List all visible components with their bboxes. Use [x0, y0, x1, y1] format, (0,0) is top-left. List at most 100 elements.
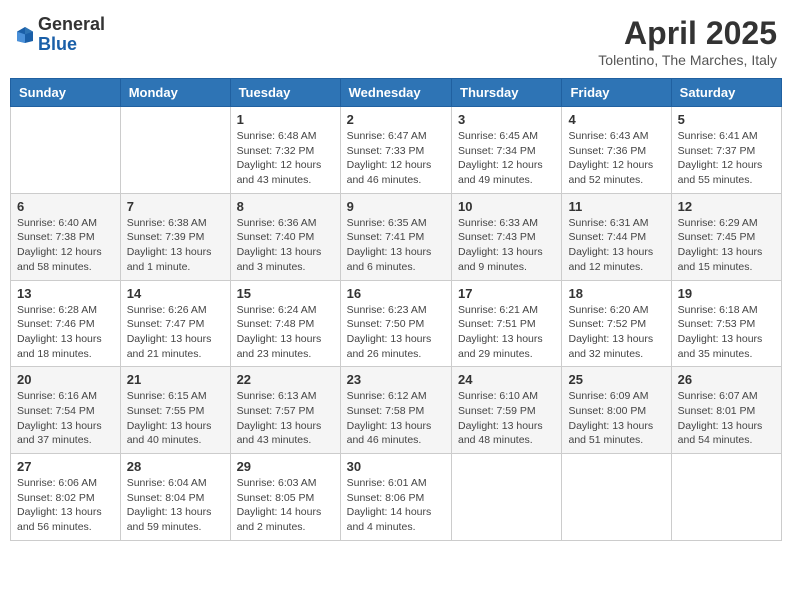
calendar-cell: 25 Sunrise: 6:09 AMSunset: 8:00 PMDayligh…	[562, 367, 671, 454]
col-header-monday: Monday	[120, 79, 230, 107]
location: Tolentino, The Marches, Italy	[598, 52, 777, 68]
day-info: Sunrise: 6:28 AMSunset: 7:46 PMDaylight:…	[17, 303, 114, 362]
day-number: 28	[127, 459, 224, 474]
calendar-cell: 1 Sunrise: 6:48 AMSunset: 7:32 PMDaylight…	[230, 107, 340, 194]
calendar-cell: 13 Sunrise: 6:28 AMSunset: 7:46 PMDayligh…	[11, 280, 121, 367]
day-number: 10	[458, 199, 555, 214]
day-info: Sunrise: 6:03 AMSunset: 8:05 PMDaylight:…	[237, 476, 334, 535]
day-info: Sunrise: 6:48 AMSunset: 7:32 PMDaylight:…	[237, 129, 334, 188]
calendar-cell: 12 Sunrise: 6:29 AMSunset: 7:45 PMDayligh…	[671, 193, 781, 280]
day-number: 14	[127, 286, 224, 301]
day-info: Sunrise: 6:41 AMSunset: 7:37 PMDaylight:…	[678, 129, 775, 188]
calendar-cell: 19Sunrise: 6:18 AMSunset: 7:53 PMDayligh…	[671, 280, 781, 367]
logo-general-text: General	[38, 15, 105, 35]
month-title: April 2025	[598, 15, 777, 52]
calendar-week-row: 6 Sunrise: 6:40 AMSunset: 7:38 PMDaylight…	[11, 193, 782, 280]
day-info: Sunrise: 6:29 AMSunset: 7:45 PMDaylight:…	[678, 216, 775, 275]
day-number: 12	[678, 199, 775, 214]
day-info: Sunrise: 6:36 AMSunset: 7:40 PMDaylight:…	[237, 216, 334, 275]
calendar-cell: 9Sunrise: 6:35 AMSunset: 7:41 PMDaylight…	[340, 193, 451, 280]
day-info: Sunrise: 6:47 AMSunset: 7:33 PMDaylight:…	[347, 129, 445, 188]
calendar-week-row: 13 Sunrise: 6:28 AMSunset: 7:46 PMDayligh…	[11, 280, 782, 367]
calendar-cell: 27Sunrise: 6:06 AMSunset: 8:02 PMDayligh…	[11, 454, 121, 541]
calendar-cell: 4 Sunrise: 6:43 AMSunset: 7:36 PMDaylight…	[562, 107, 671, 194]
calendar-cell: 8 Sunrise: 6:36 AMSunset: 7:40 PMDaylight…	[230, 193, 340, 280]
page-header: General Blue April 2025 Tolentino, The M…	[10, 10, 782, 68]
day-info: Sunrise: 6:09 AMSunset: 8:00 PMDaylight:…	[568, 389, 664, 448]
day-info: Sunrise: 6:13 AMSunset: 7:57 PMDaylight:…	[237, 389, 334, 448]
day-number: 26	[678, 372, 775, 387]
day-number: 7	[127, 199, 224, 214]
calendar-cell	[120, 107, 230, 194]
calendar-cell: 29 Sunrise: 6:03 AMSunset: 8:05 PMDayligh…	[230, 454, 340, 541]
day-number: 21	[127, 372, 224, 387]
calendar-cell: 17 Sunrise: 6:21 AMSunset: 7:51 PMDayligh…	[452, 280, 562, 367]
calendar-cell: 14 Sunrise: 6:26 AMSunset: 7:47 PMDayligh…	[120, 280, 230, 367]
calendar-table: SundayMondayTuesdayWednesdayThursdayFrid…	[10, 78, 782, 541]
day-number: 1	[237, 112, 334, 127]
day-info: Sunrise: 6:10 AMSunset: 7:59 PMDaylight:…	[458, 389, 555, 448]
day-info: Sunrise: 6:07 AMSunset: 8:01 PMDaylight:…	[678, 389, 775, 448]
day-number: 15	[237, 286, 334, 301]
day-info: Sunrise: 6:24 AMSunset: 7:48 PMDaylight:…	[237, 303, 334, 362]
calendar-cell: 28Sunrise: 6:04 AMSunset: 8:04 PMDayligh…	[120, 454, 230, 541]
calendar-cell: 15 Sunrise: 6:24 AMSunset: 7:48 PMDayligh…	[230, 280, 340, 367]
col-header-thursday: Thursday	[452, 79, 562, 107]
calendar-week-row: 1 Sunrise: 6:48 AMSunset: 7:32 PMDaylight…	[11, 107, 782, 194]
calendar-cell: 11 Sunrise: 6:31 AMSunset: 7:44 PMDayligh…	[562, 193, 671, 280]
day-number: 3	[458, 112, 555, 127]
day-number: 8	[237, 199, 334, 214]
day-number: 20	[17, 372, 114, 387]
calendar-cell: 18Sunrise: 6:20 AMSunset: 7:52 PMDayligh…	[562, 280, 671, 367]
day-info: Sunrise: 6:40 AMSunset: 7:38 PMDaylight:…	[17, 216, 114, 275]
day-info: Sunrise: 6:23 AMSunset: 7:50 PMDaylight:…	[347, 303, 445, 362]
day-number: 13	[17, 286, 114, 301]
calendar-week-row: 27Sunrise: 6:06 AMSunset: 8:02 PMDayligh…	[11, 454, 782, 541]
day-number: 6	[17, 199, 114, 214]
day-info: Sunrise: 6:43 AMSunset: 7:36 PMDaylight:…	[568, 129, 664, 188]
day-number: 4	[568, 112, 664, 127]
day-info: Sunrise: 6:35 AMSunset: 7:41 PMDaylight:…	[347, 216, 445, 275]
day-number: 25	[568, 372, 664, 387]
calendar-cell: 23Sunrise: 6:12 AMSunset: 7:58 PMDayligh…	[340, 367, 451, 454]
day-info: Sunrise: 6:01 AMSunset: 8:06 PMDaylight:…	[347, 476, 445, 535]
calendar-cell: 16 Sunrise: 6:23 AMSunset: 7:50 PMDayligh…	[340, 280, 451, 367]
day-info: Sunrise: 6:33 AMSunset: 7:43 PMDaylight:…	[458, 216, 555, 275]
day-number: 11	[568, 199, 664, 214]
day-info: Sunrise: 6:16 AMSunset: 7:54 PMDaylight:…	[17, 389, 114, 448]
calendar-header-row: SundayMondayTuesdayWednesdayThursdayFrid…	[11, 79, 782, 107]
day-number: 22	[237, 372, 334, 387]
logo: General Blue	[15, 15, 105, 55]
calendar-cell: 6 Sunrise: 6:40 AMSunset: 7:38 PMDaylight…	[11, 193, 121, 280]
col-header-sunday: Sunday	[11, 79, 121, 107]
calendar-week-row: 20 Sunrise: 6:16 AMSunset: 7:54 PMDayligh…	[11, 367, 782, 454]
calendar-cell: 22 Sunrise: 6:13 AMSunset: 7:57 PMDayligh…	[230, 367, 340, 454]
calendar-cell: 30 Sunrise: 6:01 AMSunset: 8:06 PMDayligh…	[340, 454, 451, 541]
title-block: April 2025 Tolentino, The Marches, Italy	[598, 15, 777, 68]
day-info: Sunrise: 6:20 AMSunset: 7:52 PMDaylight:…	[568, 303, 664, 362]
day-number: 16	[347, 286, 445, 301]
day-info: Sunrise: 6:38 AMSunset: 7:39 PMDaylight:…	[127, 216, 224, 275]
day-number: 5	[678, 112, 775, 127]
calendar-cell	[11, 107, 121, 194]
calendar-cell: 21 Sunrise: 6:15 AMSunset: 7:55 PMDayligh…	[120, 367, 230, 454]
calendar-cell: 7 Sunrise: 6:38 AMSunset: 7:39 PMDaylight…	[120, 193, 230, 280]
col-header-friday: Friday	[562, 79, 671, 107]
day-info: Sunrise: 6:12 AMSunset: 7:58 PMDaylight:…	[347, 389, 445, 448]
day-number: 19	[678, 286, 775, 301]
calendar-cell: 10 Sunrise: 6:33 AMSunset: 7:43 PMDayligh…	[452, 193, 562, 280]
calendar-cell: 20 Sunrise: 6:16 AMSunset: 7:54 PMDayligh…	[11, 367, 121, 454]
day-info: Sunrise: 6:21 AMSunset: 7:51 PMDaylight:…	[458, 303, 555, 362]
day-number: 17	[458, 286, 555, 301]
calendar-cell: 2Sunrise: 6:47 AMSunset: 7:33 PMDaylight…	[340, 107, 451, 194]
col-header-tuesday: Tuesday	[230, 79, 340, 107]
col-header-saturday: Saturday	[671, 79, 781, 107]
day-info: Sunrise: 6:31 AMSunset: 7:44 PMDaylight:…	[568, 216, 664, 275]
calendar-cell	[452, 454, 562, 541]
day-number: 29	[237, 459, 334, 474]
day-info: Sunrise: 6:26 AMSunset: 7:47 PMDaylight:…	[127, 303, 224, 362]
day-number: 30	[347, 459, 445, 474]
day-info: Sunrise: 6:15 AMSunset: 7:55 PMDaylight:…	[127, 389, 224, 448]
day-info: Sunrise: 6:45 AMSunset: 7:34 PMDaylight:…	[458, 129, 555, 188]
day-info: Sunrise: 6:06 AMSunset: 8:02 PMDaylight:…	[17, 476, 114, 535]
